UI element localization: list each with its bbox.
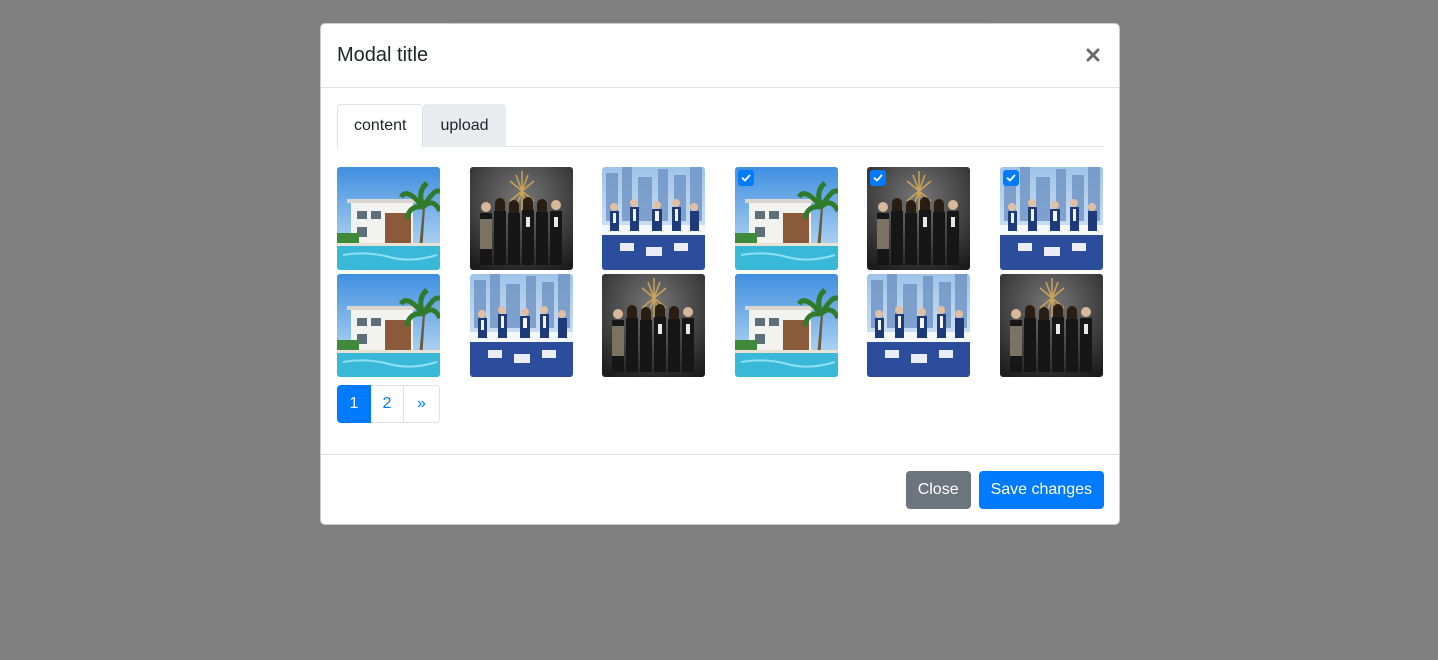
image-thumbnail[interactable]: [999, 167, 1103, 270]
modal-footer: Close Save changes: [321, 454, 1119, 524]
image-thumbnail[interactable]: [999, 274, 1103, 377]
checkmark-icon[interactable]: [870, 170, 887, 186]
close-icon[interactable]: [1083, 45, 1103, 65]
tab-label: upload: [440, 116, 489, 134]
tab-label: content: [354, 117, 407, 134]
page-1-link[interactable]: 1: [337, 385, 371, 423]
tab-upload[interactable]: upload: [423, 104, 506, 147]
close-button[interactable]: Close: [905, 471, 971, 509]
image-thumbnail[interactable]: [734, 274, 838, 377]
office-photo: [602, 167, 706, 270]
image-thumbnail[interactable]: [734, 167, 838, 270]
page-2-link[interactable]: 2: [370, 385, 404, 423]
team-photo: [469, 167, 573, 270]
image-thumbnail[interactable]: [469, 274, 573, 377]
image-thumbnail[interactable]: [337, 274, 440, 377]
next-page-link[interactable]: »: [403, 385, 440, 423]
checkmark-icon[interactable]: [737, 170, 754, 186]
tab-bar: content upload: [337, 104, 1103, 148]
image-thumbnail[interactable]: [867, 274, 971, 377]
office-photo: [469, 274, 573, 377]
house-photo: [734, 274, 838, 377]
image-thumbnail[interactable]: [867, 167, 971, 270]
image-thumbnail[interactable]: [602, 167, 706, 270]
tab-content[interactable]: content: [337, 104, 424, 148]
office-photo: [867, 274, 971, 377]
team-photo: [999, 274, 1103, 377]
image-thumbnail[interactable]: [469, 167, 573, 270]
house-photo: [337, 274, 440, 377]
team-photo: [602, 274, 706, 377]
image-thumbnail[interactable]: [602, 274, 706, 377]
image-picker-modal: Modal title content upload 1 2 » Close S…: [320, 23, 1120, 525]
checkmark-icon[interactable]: [1002, 170, 1019, 186]
modal-title: Modal title: [337, 44, 429, 66]
image-grid: [337, 167, 1103, 377]
house-photo: [337, 167, 440, 270]
pagination: 1 2 »: [337, 385, 1103, 423]
image-thumbnail[interactable]: [337, 167, 440, 270]
save-changes-button[interactable]: Save changes: [978, 471, 1104, 509]
modal-header: Modal title: [321, 24, 1119, 88]
modal-body: content upload 1 2 »: [321, 88, 1119, 454]
